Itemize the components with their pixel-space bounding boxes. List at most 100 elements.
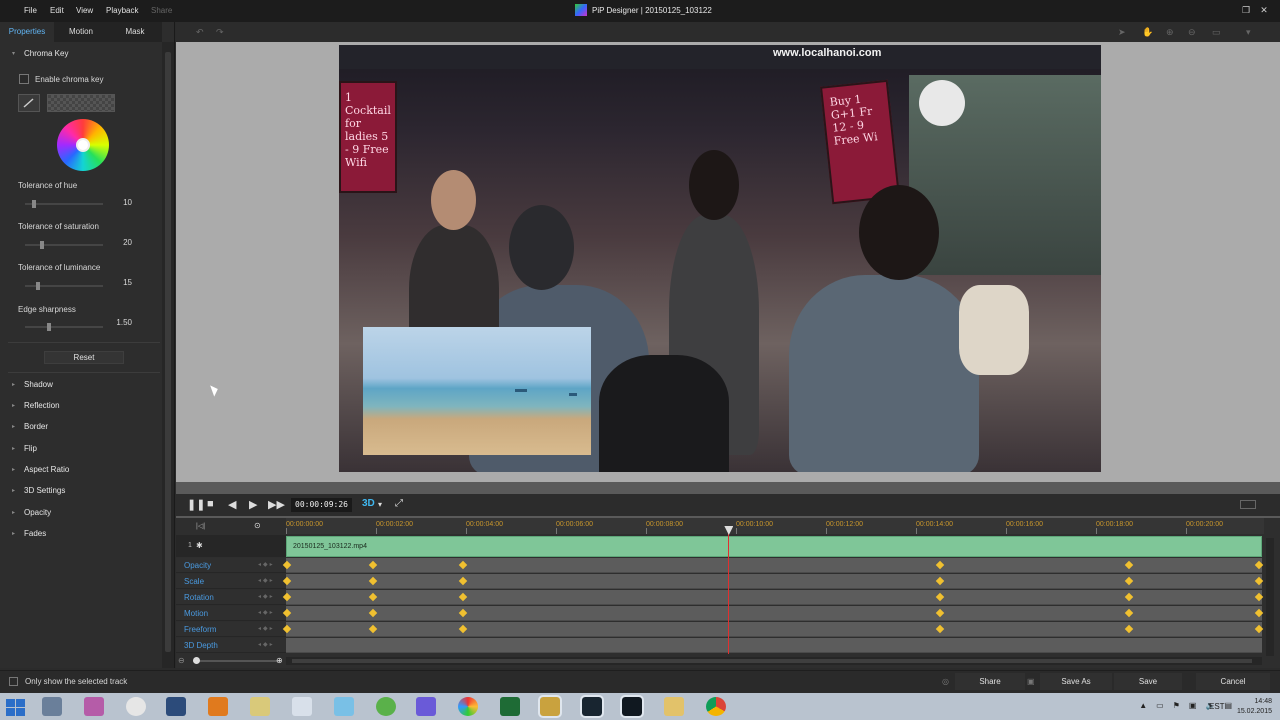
undo-icon[interactable]: ↶	[196, 27, 204, 38]
menu-share[interactable]: Share	[151, 6, 172, 15]
keyframe-diamond[interactable]	[458, 560, 467, 570]
keyframe-diamond[interactable]	[1254, 560, 1264, 570]
close-icon[interactable]: ✕	[1259, 5, 1269, 15]
keyframe-diamond[interactable]	[458, 608, 467, 618]
section-flip[interactable]: Flip	[24, 444, 37, 453]
taskbar-app-picasa-icon[interactable]	[458, 697, 478, 716]
color-wheel-selector[interactable]	[76, 138, 90, 152]
keyframe-diamond[interactable]	[935, 592, 944, 602]
keyframe-track-name[interactable]: Rotation	[184, 593, 214, 602]
panel-scrollbar[interactable]	[162, 42, 174, 668]
keyframe-diamond[interactable]	[368, 608, 377, 618]
keyframe-diamond[interactable]	[1124, 624, 1133, 634]
tray-flag-icon[interactable]: ⚑	[1173, 701, 1180, 710]
only-selected-track-checkbox[interactable]	[9, 677, 18, 686]
section-shadow[interactable]: Shadow	[24, 380, 53, 389]
keyframe-diamond[interactable]	[458, 592, 467, 602]
keyframe-lane[interactable]	[286, 638, 1262, 653]
timeline-settings-icon[interactable]: ⊙	[254, 521, 261, 530]
menu-playback[interactable]: Playback	[106, 6, 138, 15]
next-frame-icon[interactable]: ▶	[249, 498, 257, 511]
keyframe-diamond[interactable]	[1254, 608, 1264, 618]
keyframe-track-name[interactable]: Freeform	[184, 625, 216, 634]
taskbar-app-document-icon[interactable]	[292, 697, 312, 716]
previous-frame-icon[interactable]: ◀	[228, 498, 236, 511]
saturation-tolerance-slider[interactable]	[25, 241, 103, 249]
keyframe-lane[interactable]	[282, 590, 1264, 605]
zoom-in-icon[interactable]: ⊕	[276, 656, 283, 665]
track-marker-icon[interactable]: |◁|	[196, 522, 205, 530]
keyframe-nav-icon[interactable]: ◂◆▸	[258, 609, 275, 616]
keyframe-diamond[interactable]	[1124, 608, 1133, 618]
3d-mode-button[interactable]: 3D	[362, 498, 375, 509]
taskbar-app-chrome-icon[interactable]	[706, 697, 726, 716]
share-button[interactable]: Share	[955, 673, 1025, 690]
section-opacity[interactable]: Opacity	[24, 508, 51, 517]
pip-overlay-video[interactable]	[363, 327, 591, 455]
section-reflection[interactable]: Reflection	[24, 401, 60, 410]
taskbar-app-kmplayer-icon[interactable]	[208, 697, 228, 716]
video-clip[interactable]: 20150125_103122.mp4	[286, 536, 1262, 557]
zoom-out-icon[interactable]: ⊖	[1188, 27, 1196, 38]
keyframe-lane[interactable]	[282, 622, 1264, 637]
chevron-right-icon[interactable]: ▸	[12, 487, 15, 494]
keyframe-diamond[interactable]	[368, 560, 377, 570]
taskbar-app-powerdirector-icon[interactable]	[580, 695, 604, 718]
tab-mask[interactable]: Mask	[108, 22, 162, 42]
edge-sharpness-value[interactable]: 1.50	[110, 318, 132, 327]
taskbar-app-video-editor-icon[interactable]	[166, 697, 186, 716]
keyframe-nav-icon[interactable]: ◂◆▸	[258, 561, 275, 568]
chevron-right-icon[interactable]: ▸	[12, 466, 15, 473]
luminance-tolerance-slider[interactable]	[25, 282, 103, 290]
taskbar-app-plugin-icon[interactable]	[416, 697, 436, 716]
chevron-down-icon[interactable]: ▾	[12, 50, 15, 57]
chevron-right-icon[interactable]: ▸	[12, 381, 15, 388]
taskbar-app-calculator-icon[interactable]	[42, 697, 62, 716]
pause-icon[interactable]: ❚❚	[187, 498, 205, 511]
keyframe-diamond[interactable]	[368, 592, 377, 602]
tray-network-icon[interactable]: ▭	[1156, 701, 1164, 710]
windows-start-icon[interactable]	[4, 697, 26, 717]
keyframe-diamond[interactable]	[935, 576, 944, 586]
menu-file[interactable]: File	[24, 6, 37, 15]
options-dropdown-icon[interactable]: ▾	[1246, 27, 1251, 38]
timeline-ruler[interactable]: 00:00:00:00 00:00:02:00 00:00:04:00 00:00:0…	[286, 518, 1264, 534]
timeline-horizontal-scrollbar[interactable]	[286, 657, 1262, 665]
key-color-swatch[interactable]	[47, 94, 115, 112]
keyframe-diamond[interactable]	[458, 624, 467, 634]
timeline-scroll-thumb[interactable]	[292, 659, 1252, 663]
taskbar-app-globe-icon[interactable]	[126, 697, 146, 716]
tray-misc-icon[interactable]: ▤	[1224, 701, 1232, 710]
taskbar-app-pencil-icon[interactable]	[538, 695, 562, 718]
stop-icon[interactable]: ■	[207, 498, 214, 510]
chevron-right-icon[interactable]: ▸	[12, 423, 15, 430]
keyframe-diamond[interactable]	[1254, 624, 1264, 634]
taskbar-app-winrar-icon[interactable]	[84, 697, 104, 716]
keyframe-diamond[interactable]	[1254, 592, 1264, 602]
keyframe-diamond[interactable]	[1124, 576, 1133, 586]
keyframe-track-name[interactable]: Scale	[184, 577, 204, 586]
keyframe-lane[interactable]	[282, 574, 1264, 589]
luminance-tolerance-value[interactable]: 15	[110, 278, 132, 287]
saturation-tolerance-value[interactable]: 20	[110, 238, 132, 247]
edge-sharpness-slider[interactable]	[25, 323, 103, 331]
zoom-out-icon[interactable]: ⊖	[178, 656, 185, 665]
timeline-vertical-scrollbar[interactable]	[1266, 538, 1274, 656]
chevron-right-icon[interactable]: ▸	[12, 402, 15, 409]
taskbar-app-file-explorer-icon[interactable]	[664, 697, 684, 716]
layout-icon[interactable]	[1240, 500, 1256, 509]
keyframe-diamond[interactable]	[458, 576, 467, 586]
keyframe-nav-icon[interactable]: ◂◆▸	[258, 625, 275, 632]
tray-expand-icon[interactable]: ▲	[1139, 701, 1147, 710]
keyframe-diamond[interactable]	[368, 576, 377, 586]
keyframe-nav-icon[interactable]: ◂◆▸	[258, 577, 275, 584]
keyframe-diamond[interactable]	[935, 624, 944, 634]
menu-edit[interactable]: Edit	[50, 6, 64, 15]
tab-properties[interactable]: Properties	[0, 22, 54, 42]
select-tool-icon[interactable]: ➤	[1118, 27, 1126, 38]
taskbar-app-camtasia-icon[interactable]	[500, 697, 520, 716]
restore-icon[interactable]: ❐	[1241, 5, 1251, 15]
chevron-right-icon[interactable]: ▸	[12, 509, 15, 516]
section-aspect-ratio[interactable]: Aspect Ratio	[24, 465, 69, 474]
color-wheel[interactable]	[57, 119, 109, 171]
